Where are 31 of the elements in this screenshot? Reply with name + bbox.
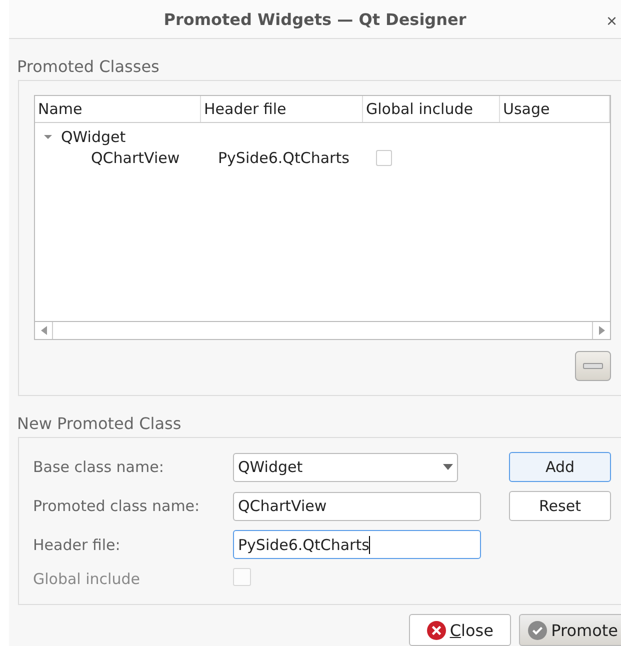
dialog-button[interactable]: Close xyxy=(409,614,512,646)
dropdown-arrow-icon xyxy=(443,464,453,470)
field-label: Base class name: xyxy=(33,458,165,476)
tree-item[interactable]: QChartView xyxy=(91,148,218,166)
column-header[interactable]: Usage xyxy=(500,96,610,122)
check-icon xyxy=(528,620,548,640)
input-field[interactable]: QChartView xyxy=(233,492,481,520)
tree-item[interactable]: QWidget xyxy=(61,128,126,146)
side-button[interactable]: Reset xyxy=(509,491,611,521)
input-field[interactable]: PySide6.QtCharts xyxy=(233,530,481,559)
close-button[interactable]: × xyxy=(606,11,617,32)
minus-icon xyxy=(583,363,603,369)
group-title: Promoted Classes xyxy=(17,57,160,76)
checkbox[interactable] xyxy=(376,150,392,166)
field-label: Header file: xyxy=(33,536,122,554)
close-icon xyxy=(426,620,446,640)
column-header[interactable]: Header file xyxy=(201,96,363,122)
remove-button[interactable] xyxy=(575,351,611,381)
right-arrow-icon[interactable] xyxy=(598,326,604,335)
horizontal-scrollbar[interactable] xyxy=(35,321,610,339)
window-title: Promoted Widgets — Qt Designer xyxy=(164,10,466,28)
field-label: Global include xyxy=(33,570,141,588)
group-title: New Promoted Class xyxy=(17,414,182,433)
dialog-button[interactable]: Promote xyxy=(519,614,621,646)
column-header[interactable]: Global include xyxy=(363,96,500,122)
dropdown[interactable]: QWidget xyxy=(233,452,458,482)
field-label: Promoted class name: xyxy=(33,497,201,515)
table-cell-text: PySide6.QtCharts xyxy=(218,148,350,166)
side-button[interactable]: Add xyxy=(509,452,611,482)
left-arrow-icon[interactable] xyxy=(40,326,46,335)
column-header[interactable]: Name xyxy=(35,96,201,122)
